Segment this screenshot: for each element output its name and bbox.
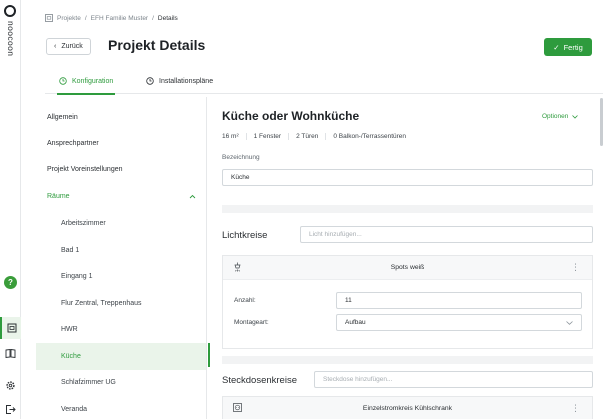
active-indicator — [208, 343, 210, 367]
breadcrumb-separator: / — [84, 14, 87, 22]
mount-type-label: Montageart: — [234, 319, 269, 326]
nav-section-rooms[interactable]: Räume — [36, 183, 206, 210]
add-socket-input[interactable]: Steckdose hinzufügen... — [314, 371, 593, 388]
count-input[interactable]: 11 — [336, 292, 582, 309]
nav-room-item[interactable]: Veranda — [36, 396, 206, 419]
check-icon: ✓ — [553, 42, 560, 52]
tab-configuration[interactable]: Konfiguration — [57, 68, 116, 95]
nav-room-item[interactable]: HWR — [36, 316, 206, 343]
back-button-label: Zurück — [61, 43, 83, 50]
tab-installation-plans[interactable]: Installationspläne — [146, 68, 213, 94]
nav-room-item[interactable]: Bad 1 — [36, 237, 206, 264]
room-stats: 16 m² 1 Fenster 2 Türen 0 Balkon-/Terras… — [222, 133, 413, 140]
socket-circuit-card: Einzelstromkreis Kühlschrank ⋮ — [222, 396, 593, 419]
chevron-left-icon: ‹ — [54, 43, 57, 50]
tab-label: Konfiguration — [72, 77, 114, 85]
chevron-down-icon — [572, 114, 579, 119]
catalog-book-icon[interactable] — [0, 342, 21, 364]
app-rail: noocoon ? — [0, 0, 21, 419]
nav-room-item[interactable]: Eingang 1 — [36, 263, 206, 290]
logo-icon — [4, 5, 16, 17]
projects-breadcrumb-icon — [45, 14, 53, 22]
room-title: Küche oder Wohnküche — [222, 109, 360, 123]
nav-room-item[interactable]: Schlafzimmer UG — [36, 369, 206, 396]
nav-item-contacts[interactable]: Ansprechpartner — [36, 130, 206, 157]
clock-icon — [59, 77, 67, 85]
tab-label: Installationspläne — [159, 77, 214, 85]
panel-divider — [206, 97, 207, 419]
section-separator — [222, 205, 593, 213]
more-vertical-icon[interactable]: ⋮ — [571, 261, 580, 273]
card-header: Einzelstromkreis Kühlschrank ⋮ — [223, 397, 592, 419]
socket-circuits-title: Steckdosenkreise — [222, 375, 297, 386]
card-title: Spots weiß — [390, 264, 425, 271]
logout-icon[interactable] — [0, 398, 21, 419]
nav-item-project-defaults[interactable]: Projekt Voreinstellungen — [36, 156, 206, 183]
stat-windows: 1 Fenster — [245, 133, 288, 140]
projects-icon[interactable] — [0, 317, 21, 339]
breadcrumb-projects[interactable]: Projekte — [57, 15, 81, 22]
nav-room-item[interactable]: Arbeitszimmer — [36, 210, 206, 237]
breadcrumb-current: Details — [157, 14, 178, 22]
help-icon[interactable]: ? — [4, 276, 17, 289]
options-dropdown[interactable]: Optionen — [542, 113, 579, 120]
name-label: Bezeichnung — [222, 154, 260, 161]
nav-section-label: Räume — [47, 193, 70, 200]
brand-name: noocoon — [6, 21, 16, 57]
section-separator — [222, 356, 593, 364]
chevron-up-icon — [189, 194, 196, 199]
card-header: Spots weiß ⋮ — [223, 256, 592, 280]
settings-gear-icon[interactable] — [0, 374, 21, 396]
room-name-input[interactable]: Küche — [222, 169, 593, 186]
stat-area: 16 m² — [222, 133, 239, 140]
light-circuits-title: Lichtkreise — [222, 230, 268, 241]
mount-type-select[interactable]: Aufbau — [336, 314, 582, 331]
done-button-label: Fertig — [563, 42, 583, 52]
back-button[interactable]: ‹ Zurück — [46, 38, 91, 55]
light-circuit-card: Spots weiß ⋮ Anzahl: 11 Montageart: Aufb… — [222, 255, 593, 349]
breadcrumb-separator: / — [152, 14, 154, 22]
stat-balcony-doors: 0 Balkon-/Terrassentüren — [325, 133, 413, 140]
mount-type-value: Aufbau — [345, 319, 366, 326]
more-vertical-icon[interactable]: ⋮ — [571, 402, 580, 414]
options-label: Optionen — [542, 113, 569, 120]
page-title: Projekt Details — [108, 37, 206, 53]
count-label: Anzahl: — [234, 297, 256, 304]
breadcrumb: Projekte / EFH Familie Muster / Details — [45, 14, 178, 22]
config-nav: Allgemein Ansprechpartner Projekt Vorein… — [36, 104, 210, 419]
nav-item-general[interactable]: Allgemein — [36, 104, 206, 131]
nav-room-item[interactable]: Flur Zentral, Treppenhaus — [36, 290, 206, 317]
clock-icon — [146, 77, 154, 85]
card-title: Einzelstromkreis Kühlschrank — [362, 405, 453, 412]
breadcrumb-project[interactable]: EFH Familie Muster — [91, 15, 148, 22]
stat-doors: 2 Türen — [288, 133, 325, 140]
nav-room-item-active[interactable]: Küche — [36, 343, 206, 370]
chevron-down-icon — [566, 320, 573, 325]
add-light-input[interactable]: Licht hinzufügen... — [300, 226, 593, 243]
done-button[interactable]: ✓ Fertig — [544, 38, 592, 56]
tab-bar: Konfiguration Installationspläne — [45, 68, 603, 95]
